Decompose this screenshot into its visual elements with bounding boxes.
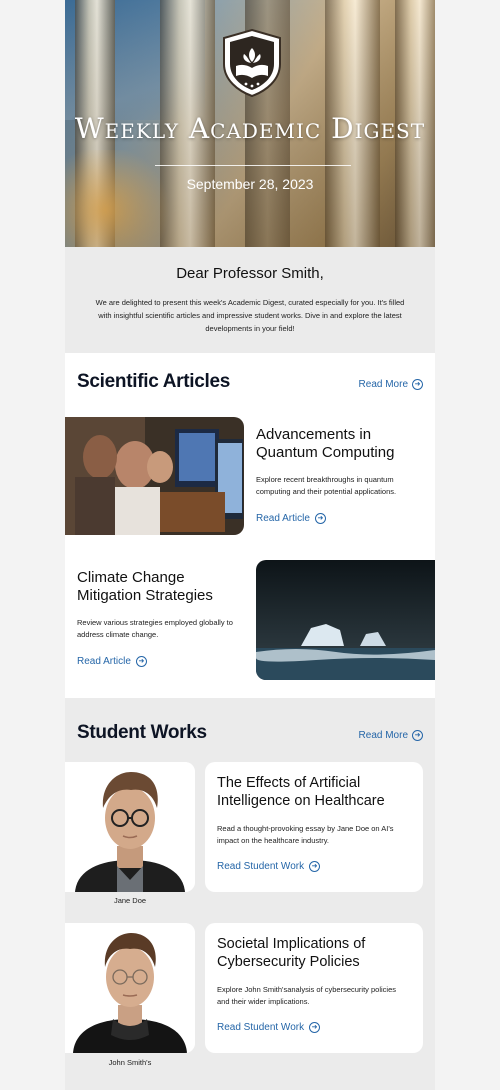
read-article-label: Read Article <box>256 513 310 524</box>
student-photo <box>65 762 195 892</box>
read-student-work-link[interactable]: Read Student Work ➜ <box>217 1022 321 1033</box>
student-work-description: Explore John Smith'sanalysis of cybersec… <box>217 985 397 1006</box>
student-works-heading: Student Works <box>77 722 207 743</box>
articles-section: Scientific Articles Read More ➜ Advancem… <box>65 353 435 698</box>
read-more-label: Read More <box>358 379 408 390</box>
iceberg-image <box>256 560 435 680</box>
greeting-section: Dear Professor Smith, We are delighted t… <box>65 247 435 353</box>
read-article-link[interactable]: Read Article ➜ <box>256 513 326 524</box>
salutation: Dear Professor Smith, <box>176 265 324 282</box>
email-newsletter: Weekly Academic Digest September 28, 202… <box>65 0 435 1090</box>
articles-heading: Scientific Articles <box>77 371 231 392</box>
student-caption: Jane Doe <box>113 896 147 905</box>
student-work-card: Societal Implications of Cybersecurity P… <box>205 923 423 1053</box>
article-description: Review various strategies employed globa… <box>77 618 233 639</box>
hero-title: Weekly Academic Digest <box>74 112 426 145</box>
article-description: Explore recent breakthroughs in quantum … <box>256 475 397 496</box>
hero-banner: Weekly Academic Digest September 28, 202… <box>65 0 435 247</box>
article-title: Advancements in Quantum Computing <box>256 426 395 461</box>
arrow-right-circle-icon: ➜ <box>314 513 326 524</box>
read-student-work-label: Read Student Work <box>217 1022 305 1033</box>
student-caption: John Smith's <box>108 1058 152 1067</box>
student-works-read-more-link[interactable]: Read More ➜ <box>359 730 423 741</box>
arrow-right-circle-icon: ➜ <box>412 730 423 741</box>
student-photo <box>65 923 195 1053</box>
arrow-right-circle-icon: ➜ <box>135 656 147 667</box>
read-student-work-label: Read Student Work <box>217 861 305 872</box>
student-work-title: Societal Implications of Cybersecurity P… <box>217 936 366 970</box>
student-work-description: Read a thought-provoking essay by Jane D… <box>217 824 394 845</box>
arrow-right-circle-icon: ➜ <box>309 1022 321 1033</box>
intro-message: We are delighted to present this week's … <box>95 298 405 333</box>
read-article-link[interactable]: Read Article ➜ <box>77 656 147 667</box>
student-works-section: Student Works Read More ➜ Jane Doe The E… <box>65 698 435 1090</box>
hero-date: September 28, 2023 <box>186 176 314 192</box>
arrow-right-circle-icon: ➜ <box>309 861 321 872</box>
read-more-label: Read More <box>358 730 408 741</box>
quantum-computing-image <box>65 417 244 535</box>
arrow-right-circle-icon: ➜ <box>412 379 423 390</box>
read-student-work-link[interactable]: Read Student Work ➜ <box>217 861 321 872</box>
read-article-label: Read Article <box>77 656 131 667</box>
student-work-card: The Effects of Artificial Intelligence o… <box>205 762 423 892</box>
hero-divider <box>155 165 351 166</box>
article-title: Climate Change Mitigation Strategies <box>77 569 213 604</box>
student-work-title: The Effects of Artificial Intelligence o… <box>217 775 385 809</box>
shield-book-icon <box>223 28 281 98</box>
articles-read-more-link[interactable]: Read More ➜ <box>359 379 423 390</box>
